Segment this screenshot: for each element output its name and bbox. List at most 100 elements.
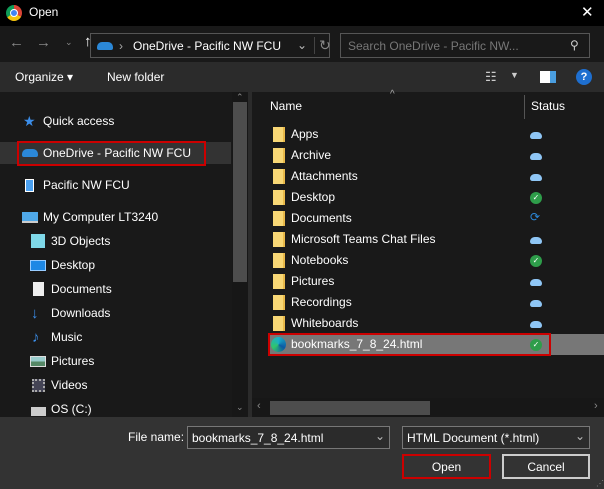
preview-pane-icon[interactable] xyxy=(540,71,556,83)
sidebar-item-3d-objects[interactable]: 3D Objects xyxy=(0,230,231,252)
sidebar-item-videos[interactable]: Videos xyxy=(0,374,231,396)
file-row[interactable]: Microsoft Teams Chat Files xyxy=(268,229,604,250)
file-row[interactable]: Desktop ✓ xyxy=(268,187,604,208)
file-row[interactable]: Whiteboards xyxy=(268,313,604,334)
close-button[interactable]: ✕ xyxy=(581,3,594,21)
refresh-icon[interactable]: ↻ xyxy=(314,37,331,54)
file-name: Desktop xyxy=(291,190,336,204)
address-bar[interactable]: › OneDrive - Pacific NW FCU ⌄ ↻ xyxy=(90,33,331,58)
sidebar-scrollbar[interactable]: ⌃ ⌄ xyxy=(232,92,248,417)
organize-button[interactable]: Organize ▾ xyxy=(15,70,73,84)
file-row[interactable]: Recordings xyxy=(268,292,604,313)
file-row[interactable]: Documents ⟳ xyxy=(268,208,604,229)
file-name: Attachments xyxy=(291,169,358,183)
download-icon: ↓ xyxy=(31,304,39,322)
title-bar: Open ✕ xyxy=(0,0,604,26)
search-box[interactable]: Search OneDrive - Pacific NW... ⚲ xyxy=(340,33,590,58)
help-button[interactable]: ? xyxy=(576,69,592,85)
file-name-input[interactable]: bookmarks_7_8_24.html ⌄ xyxy=(187,426,390,449)
column-divider[interactable] xyxy=(524,95,525,119)
file-row[interactable]: Archive xyxy=(268,145,604,166)
open-button[interactable]: Open xyxy=(402,454,491,479)
file-name: Documents xyxy=(291,211,352,225)
cloud-status-icon xyxy=(530,132,542,139)
syncing-icon: ⟳ xyxy=(530,210,541,224)
view-options-icon[interactable]: ☷ xyxy=(485,69,497,85)
cloud-status-icon xyxy=(530,279,542,286)
forward-button[interactable]: → xyxy=(36,34,51,51)
sidebar-item-my-computer[interactable]: My Computer LT3240 xyxy=(0,206,231,228)
file-name: Whiteboards xyxy=(291,316,359,330)
file-row[interactable]: Apps xyxy=(268,124,604,145)
sidebar-item-quick-access[interactable]: ★ Quick access xyxy=(0,110,231,132)
folder-icon xyxy=(273,316,285,331)
breadcrumb-separator: › xyxy=(119,39,123,53)
file-name: Archive xyxy=(291,148,332,162)
new-folder-button[interactable]: New folder xyxy=(107,70,164,84)
resize-grip-icon[interactable]: ⋰ xyxy=(596,479,604,488)
chrome-icon xyxy=(6,5,22,21)
sidebar-item-music[interactable]: ♪ Music xyxy=(0,326,231,348)
building-icon xyxy=(25,178,34,192)
picture-icon xyxy=(30,355,46,367)
file-list: ^ Name Status Apps Archive Attachments Desk… xyxy=(252,89,604,398)
file-name: Recordings xyxy=(291,295,352,309)
column-header-status[interactable]: Status xyxy=(531,99,565,113)
folder-icon xyxy=(273,127,285,142)
cancel-button[interactable]: Cancel xyxy=(502,454,590,479)
file-name: Notebooks xyxy=(291,253,349,267)
file-name-label: File name: xyxy=(128,430,185,444)
cloud-status-icon xyxy=(530,300,542,307)
document-icon xyxy=(33,282,44,296)
breadcrumb-onedrive[interactable]: OneDrive - Pacific NW FCU xyxy=(133,39,281,53)
folder-icon xyxy=(273,148,285,163)
star-icon: ★ xyxy=(23,112,36,129)
back-button[interactable]: ← xyxy=(9,34,24,51)
search-icon[interactable]: ⚲ xyxy=(570,38,579,52)
sort-ascending-icon: ^ xyxy=(390,89,395,100)
music-icon: ♪ xyxy=(32,328,40,346)
onedrive-cloud-icon xyxy=(97,42,113,50)
cloud-status-icon xyxy=(530,174,542,181)
folder-icon xyxy=(273,211,285,226)
file-row[interactable]: bookmarks_7_8_24.html ✓ xyxy=(268,333,604,356)
navigation-pane: ★ Quick access OneDrive - Pacific NW FCU … xyxy=(0,92,248,417)
file-name: Apps xyxy=(291,127,319,141)
address-dropdown-icon[interactable]: ⌄ xyxy=(297,38,307,52)
toolbar: Organize ▾ New folder ☷ ▼ ? xyxy=(0,62,604,92)
folder-icon xyxy=(273,190,285,205)
highlight-box xyxy=(17,141,206,166)
sidebar-item-documents[interactable]: Documents xyxy=(0,278,231,300)
sidebar-item-downloads[interactable]: ↓ Downloads xyxy=(0,302,231,324)
folder-icon xyxy=(273,295,285,310)
file-type-select[interactable]: HTML Document (*.html) ⌄ xyxy=(402,426,590,449)
folder-icon xyxy=(273,274,285,289)
file-name: Microsoft Teams Chat Files xyxy=(291,232,436,246)
file-row[interactable]: Pictures xyxy=(268,271,604,292)
file-type-dropdown-icon[interactable]: ⌄ xyxy=(575,429,585,443)
folder-icon xyxy=(273,169,285,184)
file-name-dropdown-icon[interactable]: ⌄ xyxy=(375,429,385,443)
sidebar-item-desktop[interactable]: Desktop xyxy=(0,254,231,276)
navigation-bar: ← → ⌄ ↑ › OneDrive - Pacific NW FCU ⌄ ↻ … xyxy=(0,26,604,62)
desktop-icon xyxy=(30,259,46,271)
cloud-status-icon xyxy=(530,153,542,160)
sidebar-item-pictures[interactable]: Pictures xyxy=(0,350,231,372)
view-dropdown-icon[interactable]: ▼ xyxy=(510,70,519,80)
file-row[interactable]: Attachments xyxy=(268,166,604,187)
synced-check-icon: ✓ xyxy=(530,255,542,267)
drive-icon xyxy=(31,407,46,416)
sidebar-item-pacific-nw-fcu[interactable]: Pacific NW FCU xyxy=(0,174,231,196)
scrollbar-thumb[interactable] xyxy=(233,102,247,282)
search-placeholder: Search OneDrive - Pacific NW... xyxy=(348,39,519,53)
file-type-value: HTML Document (*.html) xyxy=(407,431,540,445)
file-row[interactable]: Notebooks ✓ xyxy=(268,250,604,271)
file-name: Pictures xyxy=(291,274,335,288)
sidebar-item-onedrive[interactable]: OneDrive - Pacific NW FCU xyxy=(0,141,231,166)
folder-icon xyxy=(273,253,285,268)
recent-locations-dropdown[interactable]: ⌄ xyxy=(65,37,73,48)
horizontal-scrollbar-thumb[interactable] xyxy=(270,401,430,415)
horizontal-scrollbar[interactable]: ‹ › xyxy=(252,398,604,417)
column-header-name[interactable]: Name xyxy=(270,99,302,113)
folder-icon xyxy=(273,232,285,247)
